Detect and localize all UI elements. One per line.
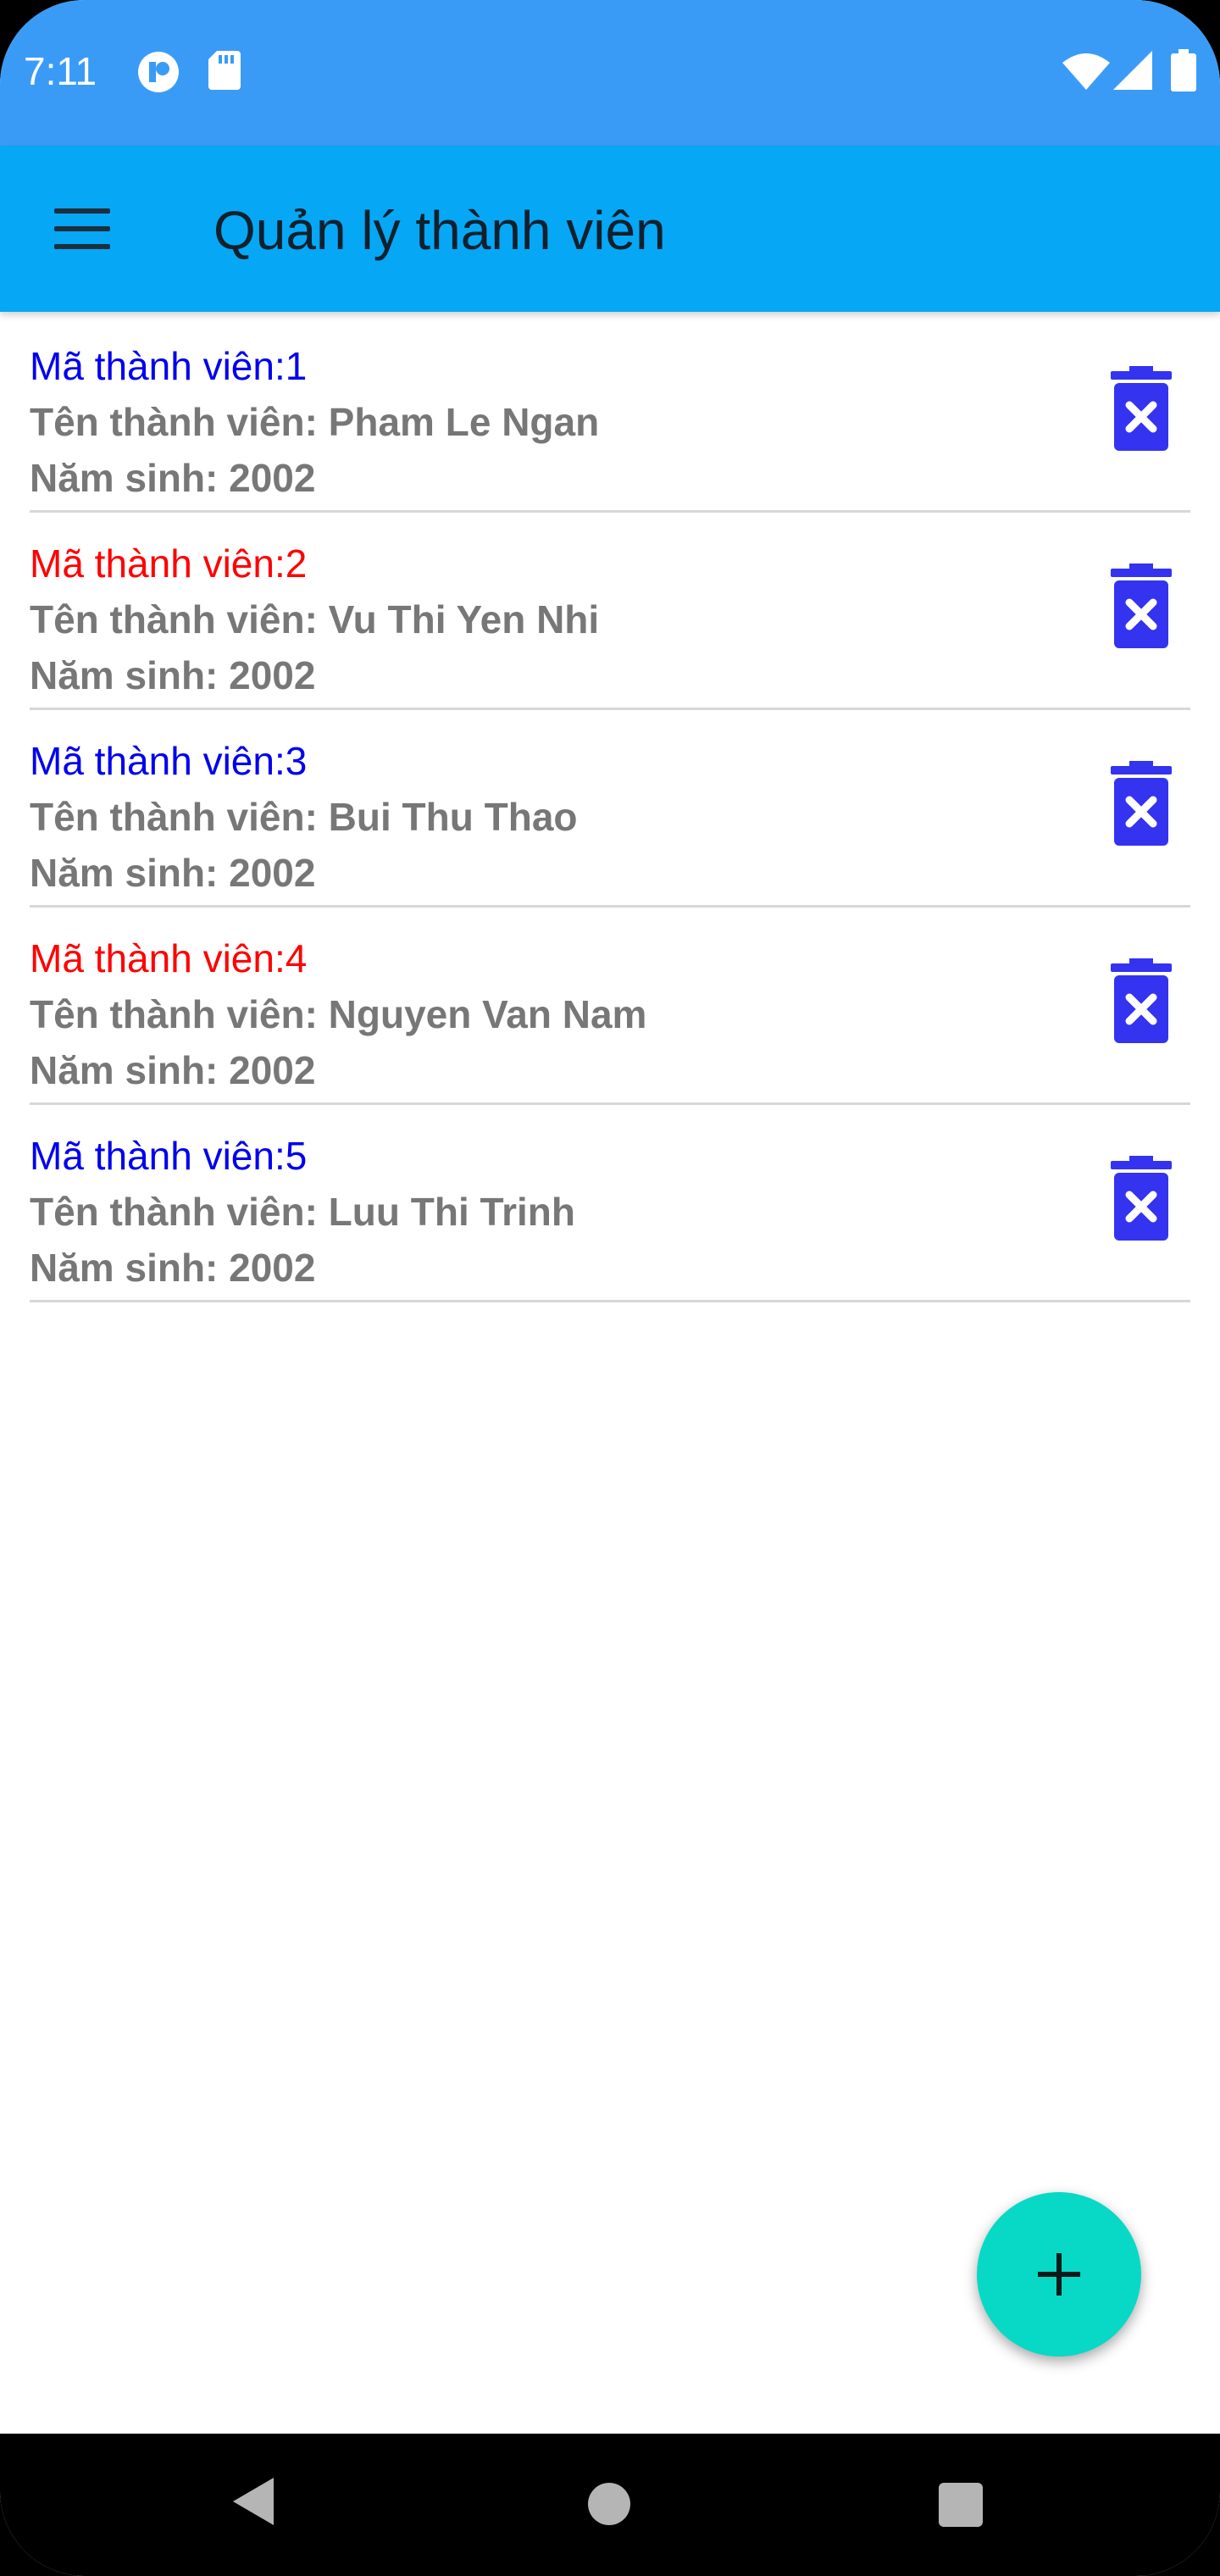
- member-birth-year: Năm sinh: 2002: [30, 456, 316, 500]
- phone-screen: 7:11 Quản lý thành viên Mã thành viên:1 …: [0, 0, 1220, 2576]
- member-id: Mã thành viên:5: [30, 1134, 308, 1178]
- member-id: Mã thành viên:3: [30, 739, 308, 783]
- member-birth-year: Năm sinh: 2002: [30, 1246, 316, 1290]
- list-item[interactable]: Mã thành viên:5 Tên thành viên: Luu Thi …: [30, 1105, 1190, 1302]
- member-name: Tên thành viên: Pham Le Ngan: [30, 400, 600, 444]
- delete-button[interactable]: [1107, 1156, 1175, 1241]
- delete-button[interactable]: [1107, 366, 1175, 451]
- member-birth-year: Năm sinh: 2002: [30, 1048, 316, 1092]
- battery-icon: [1171, 49, 1196, 96]
- trash-icon: [1111, 761, 1172, 846]
- delete-button[interactable]: [1107, 564, 1175, 648]
- signal-icon: [1113, 51, 1152, 94]
- page-title: Quản lý thành viên: [214, 200, 666, 261]
- trash-icon: [1111, 1156, 1172, 1241]
- app-notification-icon: [137, 51, 180, 97]
- status-bar: 7:11: [0, 0, 1220, 146]
- delete-button[interactable]: [1107, 761, 1175, 846]
- trash-icon: [1111, 958, 1172, 1043]
- sd-card-icon: [208, 51, 241, 94]
- navigation-bar: [0, 2434, 1220, 2576]
- member-list: Mã thành viên:1 Tên thành viên: Pham Le …: [0, 315, 1220, 1302]
- menu-button[interactable]: [44, 193, 120, 264]
- member-name: Tên thành viên: Luu Thi Trinh: [30, 1190, 575, 1234]
- member-birth-year: Năm sinh: 2002: [30, 653, 316, 697]
- list-item[interactable]: Mã thành viên:1 Tên thành viên: Pham Le …: [30, 315, 1190, 513]
- member-name: Tên thành viên: Vu Thi Yen Nhi: [30, 597, 600, 641]
- app-bar: Quản lý thành viên: [0, 146, 1220, 312]
- delete-button[interactable]: [1107, 958, 1175, 1043]
- wifi-icon: [1062, 53, 1110, 94]
- list-item[interactable]: Mã thành viên:2 Tên thành viên: Vu Thi Y…: [30, 513, 1190, 710]
- add-member-button[interactable]: [977, 2192, 1141, 2357]
- recents-icon[interactable]: [939, 2483, 983, 2527]
- member-id: Mã thành viên:1: [30, 344, 308, 388]
- member-birth-year: Năm sinh: 2002: [30, 851, 316, 895]
- trash-icon: [1111, 564, 1172, 648]
- back-icon[interactable]: [233, 2478, 274, 2525]
- trash-icon: [1111, 366, 1172, 451]
- home-icon[interactable]: [588, 2483, 630, 2525]
- member-id: Mã thành viên:4: [30, 936, 308, 980]
- member-name: Tên thành viên: Nguyen Van Nam: [30, 992, 647, 1036]
- member-name: Tên thành viên: Bui Thu Thao: [30, 795, 578, 839]
- status-time: 7:11: [24, 49, 97, 93]
- list-item[interactable]: Mã thành viên:3 Tên thành viên: Bui Thu …: [30, 710, 1190, 908]
- list-item[interactable]: Mã thành viên:4 Tên thành viên: Nguyen V…: [30, 908, 1190, 1105]
- menu-icon: [54, 208, 110, 214]
- member-id: Mã thành viên:2: [30, 541, 308, 586]
